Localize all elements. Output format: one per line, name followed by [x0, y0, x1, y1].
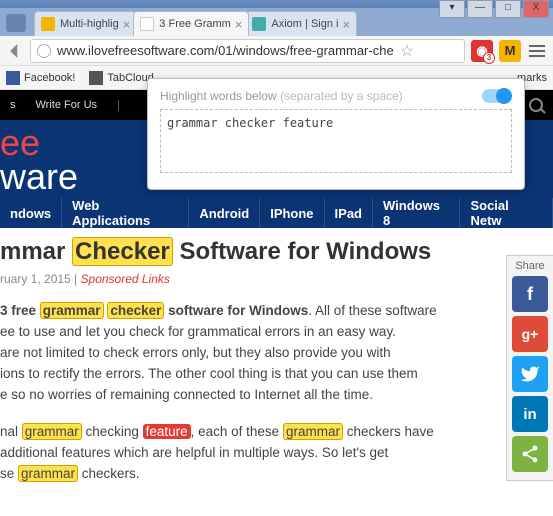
window-min-button[interactable]: — [467, 0, 493, 18]
close-tab-icon[interactable]: × [123, 17, 131, 32]
popup-label: Highlight words below (separated by a sp… [160, 89, 512, 103]
bookmark-item[interactable]: TabCloud [89, 71, 153, 85]
tab-title: 3 Free Gramm [159, 18, 231, 30]
search-icon[interactable] [529, 98, 543, 112]
url-input[interactable]: www.ilovefreesoftware.com/01/windows/fre… [30, 39, 465, 63]
address-bar-row: www.ilovefreesoftware.com/01/windows/fre… [0, 36, 553, 66]
category-item[interactable]: Windows 8 [373, 198, 460, 228]
share-linkedin-button[interactable]: in [512, 396, 548, 432]
tab-overflow-icon[interactable] [6, 14, 26, 32]
share-twitter-button[interactable] [512, 356, 548, 392]
sponsored-link[interactable]: Sponsored Links [81, 272, 170, 286]
share-sidebar: Share f g+ in [506, 255, 553, 481]
highlight-toggle[interactable] [482, 89, 512, 103]
category-item[interactable]: IPhone [260, 198, 324, 228]
article-meta: ruary 1, 2015 | Sponsored Links [0, 272, 553, 286]
multihighlight-extension-icon[interactable]: M [499, 40, 521, 62]
article: mmar Checker Software for Windows ruary … [0, 228, 553, 484]
category-item[interactable]: ndows [0, 198, 62, 228]
tabcloud-icon [89, 71, 103, 85]
window-hide-button[interactable]: ▾ [439, 0, 465, 18]
bookmark-label: Facebook! [24, 72, 75, 84]
nav-divider: | [117, 99, 120, 111]
facebook-icon [6, 71, 20, 85]
tab-title: Axiom | Sign i [271, 18, 338, 30]
favicon-icon [41, 17, 55, 31]
extension-icon[interactable]: ◉ [471, 40, 493, 62]
share-googleplus-button[interactable]: g+ [512, 316, 548, 352]
highlighted-word: grammar [22, 423, 82, 440]
share-more-button[interactable] [512, 436, 548, 472]
browser-tab[interactable]: Multi-highlig × [34, 11, 137, 36]
article-date: ruary 1, 2015 [0, 272, 71, 286]
favicon-icon [140, 17, 154, 31]
article-body: 3 free grammar checker software for Wind… [0, 300, 490, 484]
bookmark-item[interactable]: Facebook! [6, 71, 75, 85]
close-tab-icon[interactable]: × [235, 17, 243, 32]
nav-item[interactable]: Write For Us [36, 99, 98, 111]
highlight-words-input[interactable] [160, 109, 512, 173]
highlight-extension-popup: Highlight words below (separated by a sp… [147, 78, 525, 190]
nav-item[interactable]: s [10, 99, 16, 111]
window-max-button[interactable]: □ [495, 0, 521, 18]
url-text: www.ilovefreesoftware.com/01/windows/fre… [57, 43, 394, 58]
highlighted-word: checker [107, 302, 164, 319]
browser-tab[interactable]: Axiom | Sign i × [245, 11, 357, 36]
window-close-button[interactable]: X [523, 0, 549, 18]
category-item[interactable]: Social Netw [460, 198, 553, 228]
highlighted-word: grammar [283, 423, 343, 440]
logo-text: ware [0, 156, 78, 197]
highlighted-word: grammar [18, 465, 78, 482]
highlighted-word: Checker [72, 237, 173, 266]
category-bar: ndows Web Applications Android IPhone IP… [0, 198, 553, 228]
tab-title: Multi-highlig [60, 18, 119, 30]
highlighted-word: feature [143, 424, 191, 439]
share-label: Share [511, 260, 549, 272]
highlighted-word: grammar [40, 302, 104, 319]
close-tab-icon[interactable]: × [342, 17, 350, 32]
share-facebook-button[interactable]: f [512, 276, 548, 312]
back-icon[interactable] [6, 42, 24, 60]
chrome-menu-icon[interactable] [527, 41, 547, 61]
globe-icon [37, 44, 51, 58]
browser-tab[interactable]: 3 Free Gramm × [133, 11, 249, 36]
bookmark-star-icon[interactable]: ☆ [400, 41, 414, 61]
category-item[interactable]: Android [189, 198, 260, 228]
category-item[interactable]: Web Applications [62, 198, 189, 228]
favicon-icon [252, 17, 266, 31]
article-title: mmar Checker Software for Windows [0, 238, 553, 266]
category-item[interactable]: IPad [325, 198, 373, 228]
